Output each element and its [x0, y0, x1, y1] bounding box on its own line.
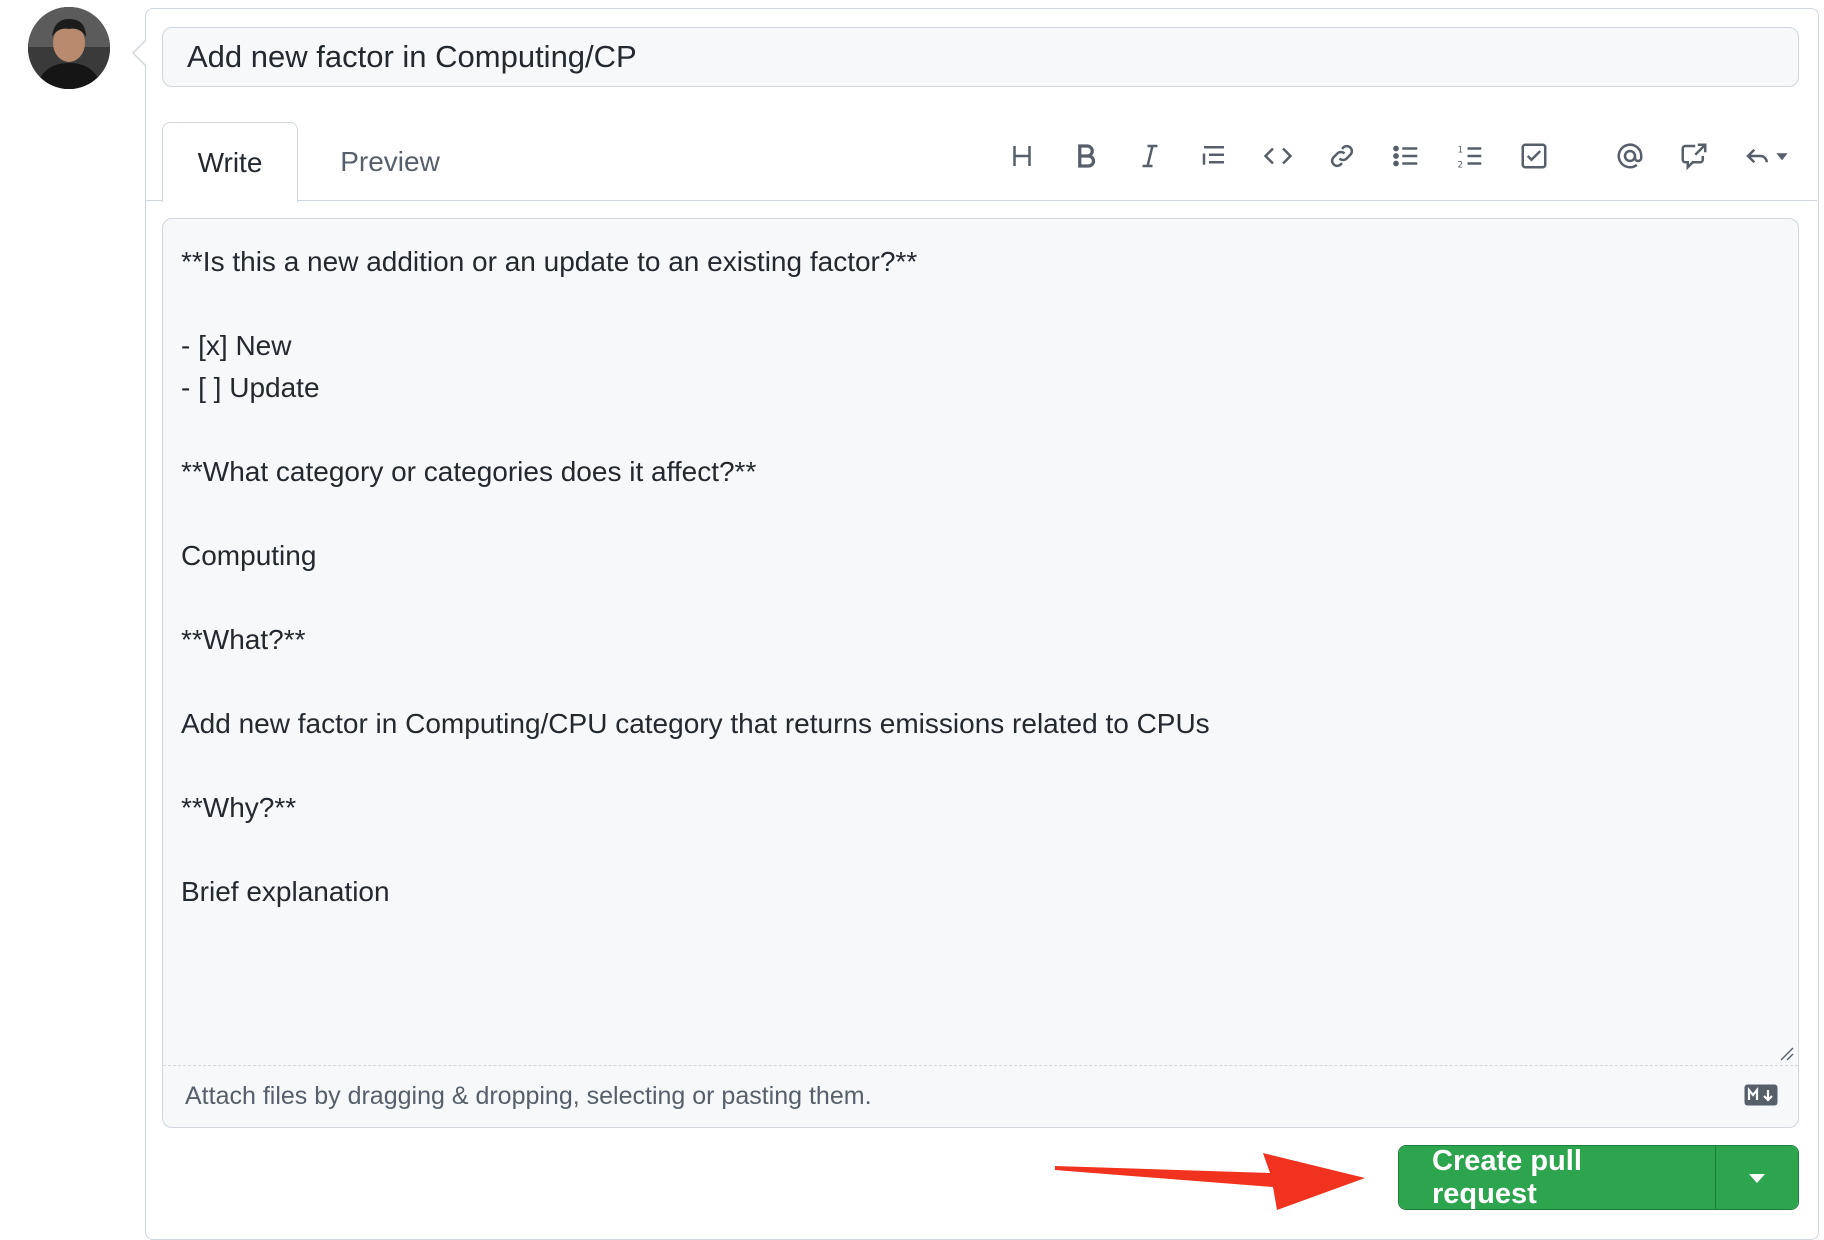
create-pull-request-button[interactable]: Create pull request: [1399, 1146, 1716, 1209]
chevron-down-icon: [1749, 1173, 1765, 1183]
mention-icon[interactable]: [1598, 128, 1662, 184]
create-options-dropdown[interactable]: [1716, 1146, 1798, 1209]
bold-icon[interactable]: [1054, 128, 1118, 184]
panel-pointer: [132, 40, 146, 66]
create-pull-request-group: Create pull request: [1398, 1145, 1799, 1210]
attach-files-hint[interactable]: Attach files by dragging & dropping, sel…: [185, 1082, 872, 1111]
svg-text:2: 2: [1458, 160, 1464, 170]
unordered-list-icon[interactable]: [1374, 128, 1438, 184]
link-icon[interactable]: [1310, 128, 1374, 184]
heading-icon[interactable]: [990, 128, 1054, 184]
tab-preview[interactable]: Preview: [320, 122, 460, 201]
resize-handle-icon[interactable]: [1778, 1045, 1794, 1061]
avatar[interactable]: [28, 7, 110, 89]
quote-icon[interactable]: [1182, 128, 1246, 184]
markdown-icon[interactable]: [1744, 1084, 1778, 1106]
italic-icon[interactable]: [1118, 128, 1182, 184]
ordered-list-icon[interactable]: 12: [1438, 128, 1502, 184]
annotation-arrow-icon: [1055, 1153, 1365, 1210]
comment-body-text[interactable]: **Is this a new addition or an update to…: [181, 241, 1780, 913]
svg-text:1: 1: [1458, 145, 1464, 155]
reply-icon[interactable]: [1726, 128, 1806, 184]
markdown-toolbar: 12: [990, 128, 1806, 184]
comment-body-textarea[interactable]: **Is this a new addition or an update to…: [162, 218, 1799, 1128]
file-attachment-bar[interactable]: Attach files by dragging & dropping, sel…: [163, 1065, 1798, 1128]
tab-write[interactable]: Write: [162, 122, 298, 202]
task-list-icon[interactable]: [1502, 128, 1566, 184]
code-icon[interactable]: [1246, 128, 1310, 184]
title-input[interactable]: [162, 27, 1799, 87]
cross-reference-icon[interactable]: [1662, 128, 1726, 184]
